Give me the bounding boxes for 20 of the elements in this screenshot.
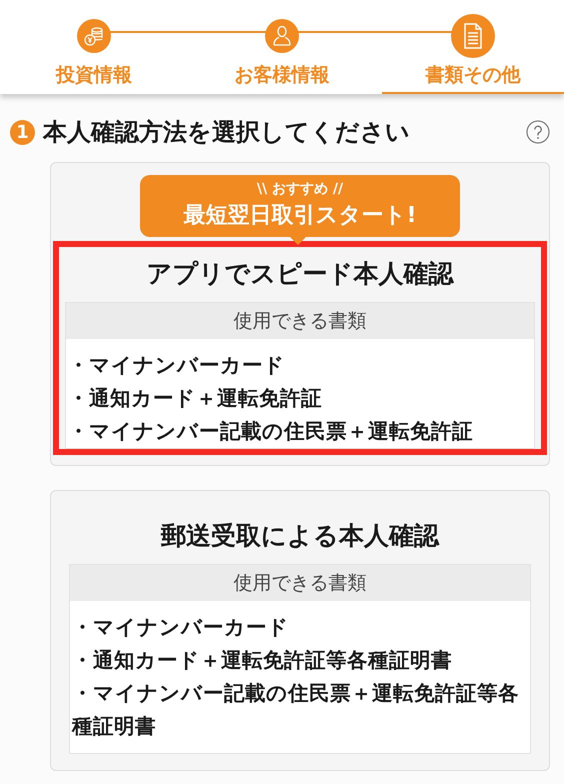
- step-tab[interactable]: 投資情報: [0, 0, 188, 94]
- section-heading: 本人確認方法を選択してください: [43, 117, 411, 148]
- step-tab[interactable]: お客様情報: [188, 0, 376, 94]
- document-item: ・通知カード＋運転免許証等各種証明書: [72, 647, 453, 674]
- method-title: アプリでスピード本人確認: [146, 258, 455, 290]
- badge-subtitle: \\ おすすめ //: [256, 180, 344, 198]
- document-item: ・マイナンバーカード: [68, 352, 286, 379]
- step-number: 1: [10, 120, 35, 144]
- method-title: 郵送受取による本人確認: [160, 520, 440, 552]
- document-item: ・マイナンバー記載の住民票＋運転免許証等各種証明書: [72, 680, 520, 740]
- method-card[interactable]: \\ おすすめ // 最短翌日取引スタート! アプリでスピード本人確認 使用できる書類 ・マイナンバーカード ・通知カード＋運転免許証 ・マイナンバー記載の住民票＋運転免許証: [50, 162, 550, 466]
- document-item: ・マイナンバー記載の住民票＋運転免許証: [68, 418, 474, 445]
- document-item: ・通知カード＋運転免許証: [68, 385, 323, 412]
- documents-header: 使用できる書類: [70, 565, 530, 601]
- document-item: ・マイナンバーカード: [72, 614, 290, 641]
- documents-header: 使用できる書類: [66, 303, 534, 339]
- badge-title: 最短翌日取引スタート!: [182, 202, 418, 230]
- help-icon[interactable]: [526, 120, 550, 144]
- method-card[interactable]: 郵送受取による本人確認 使用できる書類 ・マイナンバーカード ・通知カード＋運転免許証等各種証明書 ・マイナンバー記載の住民票＋運転免許証等各種証明書: [50, 490, 550, 771]
- step-tab[interactable]: 書類その他: [382, 0, 564, 94]
